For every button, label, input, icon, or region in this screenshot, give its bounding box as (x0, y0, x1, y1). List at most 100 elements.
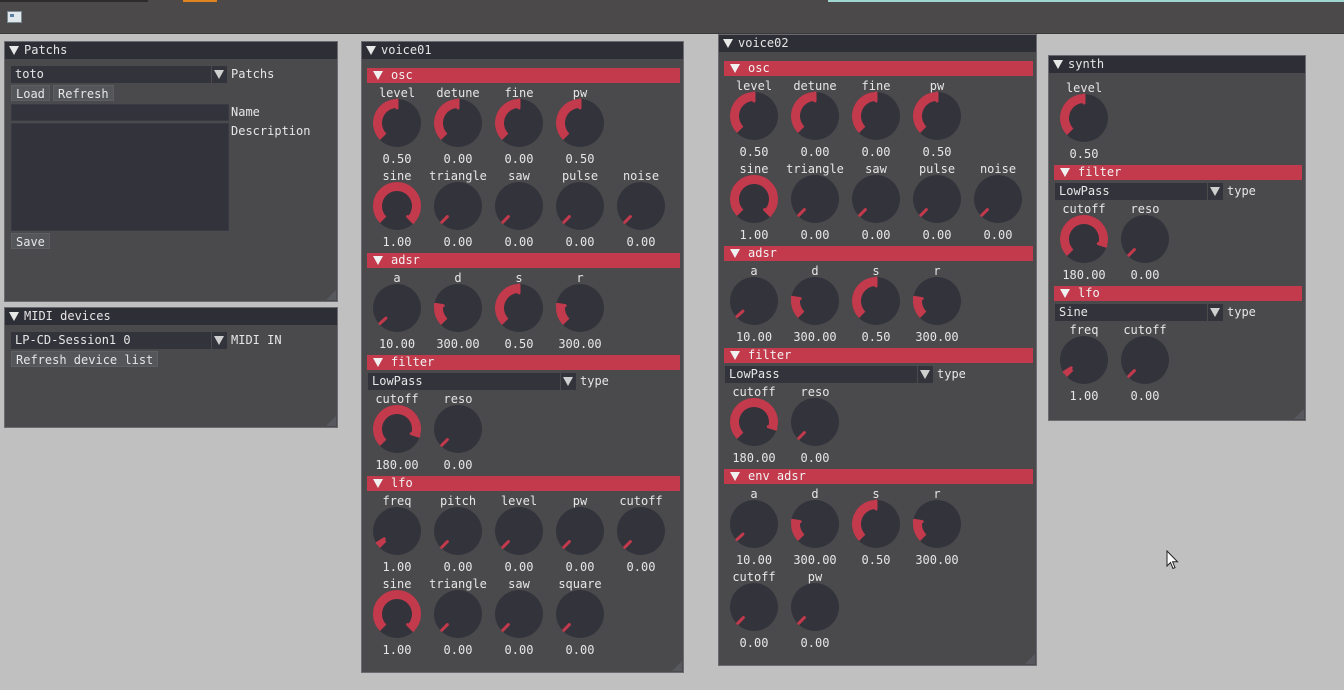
knob-freq[interactable]: freq 1.00 (367, 494, 427, 576)
knob-dial-icon[interactable] (729, 174, 779, 224)
knob-detune[interactable]: detune 0.00 (428, 86, 488, 168)
knob-reso[interactable]: reso 0.00 (428, 392, 488, 474)
dropdown-arrow-icon[interactable] (1208, 183, 1223, 200)
knob-dial-icon[interactable] (494, 506, 544, 556)
knob-cutoff[interactable]: cutoff 180.00 (367, 392, 427, 474)
knob-cutoff[interactable]: cutoff 0.00 (1115, 323, 1175, 405)
knob-cutoff[interactable]: cutoff 0.00 (724, 570, 784, 652)
knob-dial-icon[interactable] (790, 582, 840, 632)
knob-sine[interactable]: sine 1.00 (367, 577, 427, 659)
knob-dial-icon[interactable] (729, 582, 779, 632)
collapse-arrow-icon[interactable] (373, 479, 383, 488)
knob-dial-icon[interactable] (790, 397, 840, 447)
filter-type-select[interactable]: LowPass (368, 373, 560, 390)
lfo-header[interactable]: lfo (367, 476, 680, 491)
collapse-arrow-icon[interactable] (373, 358, 383, 367)
knob-dial-icon[interactable] (912, 91, 962, 141)
knob-dial-icon[interactable] (494, 283, 544, 333)
knob-dial-icon[interactable] (433, 589, 483, 639)
knob-r[interactable]: r 300.00 (550, 271, 610, 353)
knob-r[interactable]: r 300.00 (907, 487, 967, 569)
knob-dial-icon[interactable] (851, 91, 901, 141)
knob-cutoff[interactable]: cutoff 0.00 (611, 494, 671, 576)
app-icon[interactable] (7, 11, 22, 23)
knob-a[interactable]: a 10.00 (724, 487, 784, 569)
knob-dial-icon[interactable] (729, 397, 779, 447)
knob-dial-icon[interactable] (790, 91, 840, 141)
knob-level[interactable]: level 0.50 (1054, 81, 1114, 163)
window-titlebar[interactable]: Patchs (5, 42, 337, 59)
lfo-type-select[interactable]: Sine (1055, 304, 1207, 321)
knob-dial-icon[interactable] (372, 404, 422, 454)
knob-pw[interactable]: pw 0.50 (550, 86, 610, 168)
save-button[interactable]: Save (11, 233, 50, 249)
knob-dial-icon[interactable] (1059, 93, 1109, 143)
knob-triangle[interactable]: triangle 0.00 (785, 162, 845, 244)
knob-saw[interactable]: saw 0.00 (489, 169, 549, 251)
knob-s[interactable]: s 0.50 (489, 271, 549, 353)
knob-reso[interactable]: reso 0.00 (785, 385, 845, 467)
knob-dial-icon[interactable] (790, 499, 840, 549)
dropdown-arrow-icon[interactable] (918, 366, 933, 383)
knob-dial-icon[interactable] (851, 499, 901, 549)
knob-dial-icon[interactable] (555, 98, 605, 148)
knob-level[interactable]: level 0.50 (367, 86, 427, 168)
knob-dial-icon[interactable] (912, 174, 962, 224)
knob-dial-icon[interactable] (851, 276, 901, 326)
knob-triangle[interactable]: triangle 0.00 (428, 577, 488, 659)
refresh-button[interactable]: Refresh (53, 85, 114, 101)
knob-saw[interactable]: saw 0.00 (846, 162, 906, 244)
name-input[interactable] (11, 104, 229, 121)
knob-dial-icon[interactable] (1120, 335, 1170, 385)
knob-dial-icon[interactable] (494, 181, 544, 231)
knob-dial-icon[interactable] (433, 404, 483, 454)
knob-sine[interactable]: sine 1.00 (367, 169, 427, 251)
knob-dial-icon[interactable] (729, 276, 779, 326)
collapse-arrow-icon[interactable] (1053, 60, 1063, 69)
knob-dial-icon[interactable] (433, 181, 483, 231)
lfo-header[interactable]: lfo (1054, 286, 1302, 301)
collapse-arrow-icon[interactable] (730, 249, 740, 258)
knob-dial-icon[interactable] (372, 283, 422, 333)
knob-detune[interactable]: detune 0.00 (785, 79, 845, 161)
knob-dial-icon[interactable] (433, 283, 483, 333)
knob-dial-icon[interactable] (372, 589, 422, 639)
knob-cutoff[interactable]: cutoff 180.00 (1054, 202, 1114, 284)
dropdown-arrow-icon[interactable] (561, 373, 576, 390)
knob-dial-icon[interactable] (555, 506, 605, 556)
knob-dial-icon[interactable] (494, 589, 544, 639)
dropdown-arrow-icon[interactable] (1208, 304, 1223, 321)
knob-freq[interactable]: freq 1.00 (1054, 323, 1114, 405)
collapse-arrow-icon[interactable] (723, 39, 733, 48)
filter-header[interactable]: filter (367, 355, 680, 370)
filter-type-select[interactable]: LowPass (1055, 183, 1207, 200)
knob-dial-icon[interactable] (555, 181, 605, 231)
collapse-arrow-icon[interactable] (730, 351, 740, 360)
knob-saw[interactable]: saw 0.00 (489, 577, 549, 659)
knob-pitch[interactable]: pitch 0.00 (428, 494, 488, 576)
description-textarea[interactable] (11, 123, 229, 231)
knob-dial-icon[interactable] (555, 589, 605, 639)
knob-dial-icon[interactable] (912, 499, 962, 549)
midi-device-select[interactable]: LP-CD-Session1 0 (11, 332, 211, 349)
knob-dial-icon[interactable] (616, 181, 666, 231)
filter-header[interactable]: filter (1054, 165, 1302, 180)
knob-dial-icon[interactable] (912, 276, 962, 326)
knob-dial-icon[interactable] (372, 181, 422, 231)
collapse-arrow-icon[interactable] (1060, 168, 1070, 177)
knob-dial-icon[interactable] (433, 98, 483, 148)
knob-pulse[interactable]: pulse 0.00 (550, 169, 610, 251)
env-adsr-header[interactable]: env adsr (724, 469, 1033, 484)
collapse-arrow-icon[interactable] (373, 71, 383, 80)
knob-dial-icon[interactable] (372, 98, 422, 148)
collapse-arrow-icon[interactable] (9, 312, 19, 321)
knob-dial-icon[interactable] (973, 174, 1023, 224)
window-titlebar[interactable]: synth (1049, 56, 1305, 73)
knob-cutoff[interactable]: cutoff 180.00 (724, 385, 784, 467)
knob-a[interactable]: a 10.00 (367, 271, 427, 353)
knob-pulse[interactable]: pulse 0.00 (907, 162, 967, 244)
refresh-device-list-button[interactable]: Refresh device list (11, 351, 159, 367)
dropdown-arrow-icon[interactable] (212, 66, 227, 83)
knob-dial-icon[interactable] (1120, 214, 1170, 264)
knob-s[interactable]: s 0.50 (846, 487, 906, 569)
